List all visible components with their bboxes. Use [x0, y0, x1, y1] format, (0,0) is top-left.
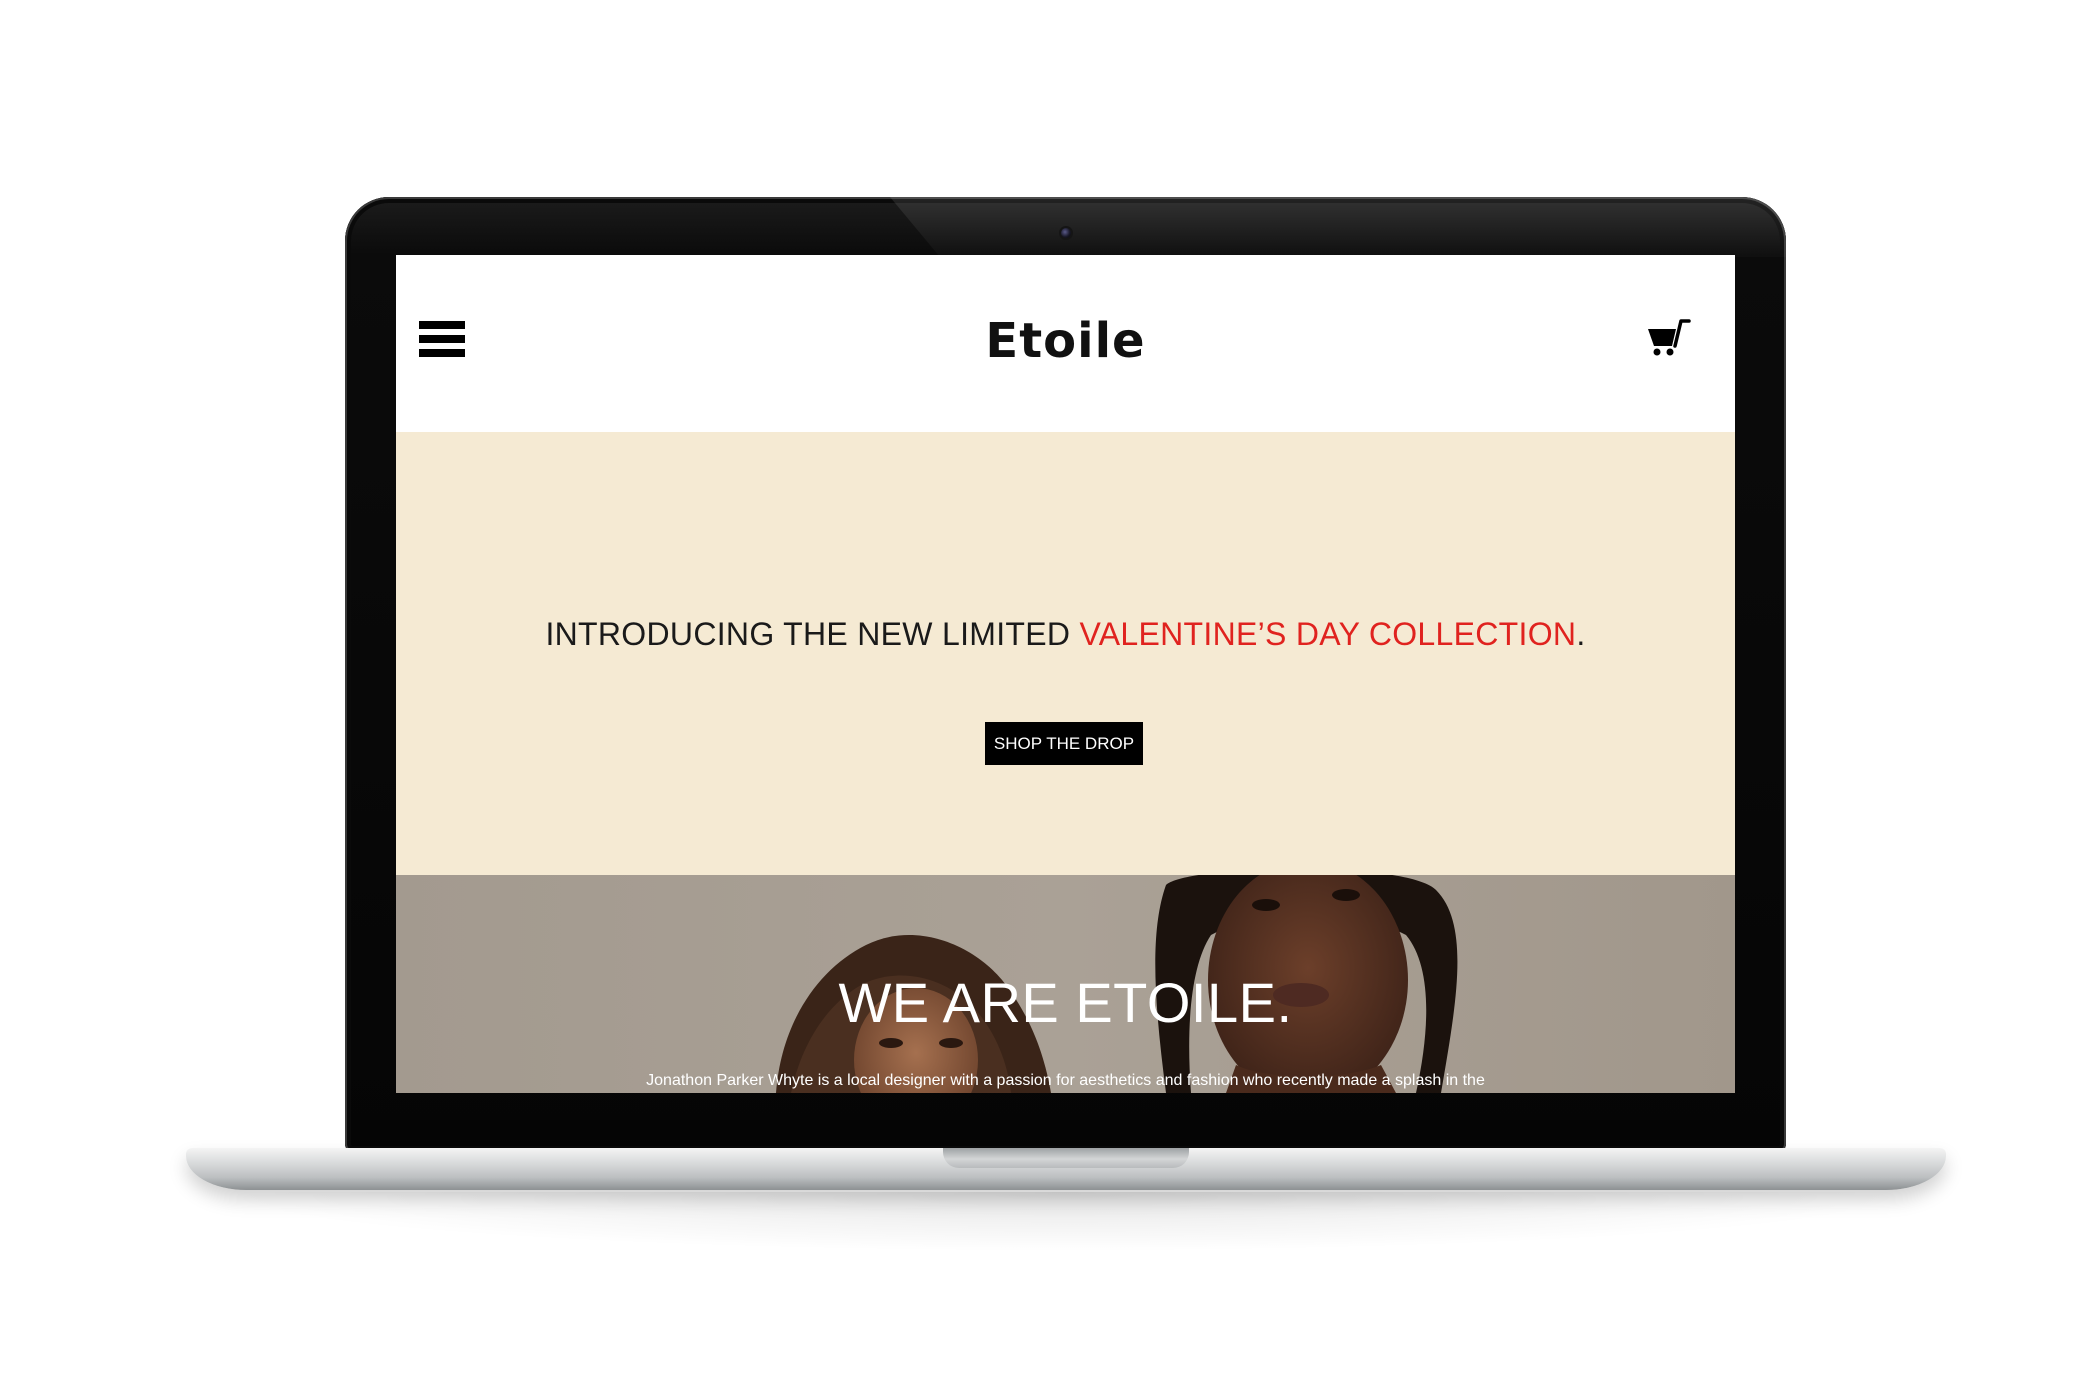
hero-headline-prefix: INTRODUCING THE NEW LIMITED	[545, 616, 1080, 652]
brand-logo[interactable]: Etoile	[396, 311, 1735, 371]
laptop-base-notch	[943, 1148, 1189, 1168]
site-header: Etoile	[396, 255, 1735, 432]
hero-banner: INTRODUCING THE NEW LIMITED VALENTINE’S …	[396, 432, 1735, 875]
laptop-screen: Etoile INTRODUCING THE NEW LIMITED VALEN…	[396, 255, 1735, 1093]
hero-headline-accent: VALENTINE’S DAY COLLECTION	[1079, 616, 1577, 652]
webcam	[1061, 228, 1071, 238]
about-section: WE ARE ETOILE. Jonathon Parker Whyte is …	[396, 875, 1735, 1093]
lid-reflection	[890, 197, 1786, 257]
shopping-cart-icon[interactable]	[1646, 319, 1692, 359]
about-title: WE ARE ETOILE.	[838, 971, 1293, 1034]
about-description: Jonathon Parker Whyte is a local designe…	[646, 1072, 1485, 1089]
laptop-shadow	[210, 1192, 1920, 1252]
hero-headline-suffix: .	[1576, 616, 1586, 652]
hero-headline: INTRODUCING THE NEW LIMITED VALENTINE’S …	[396, 614, 1735, 654]
laptop-base	[186, 1148, 1946, 1190]
shop-the-drop-button[interactable]: SHOP THE DROP	[985, 722, 1143, 765]
